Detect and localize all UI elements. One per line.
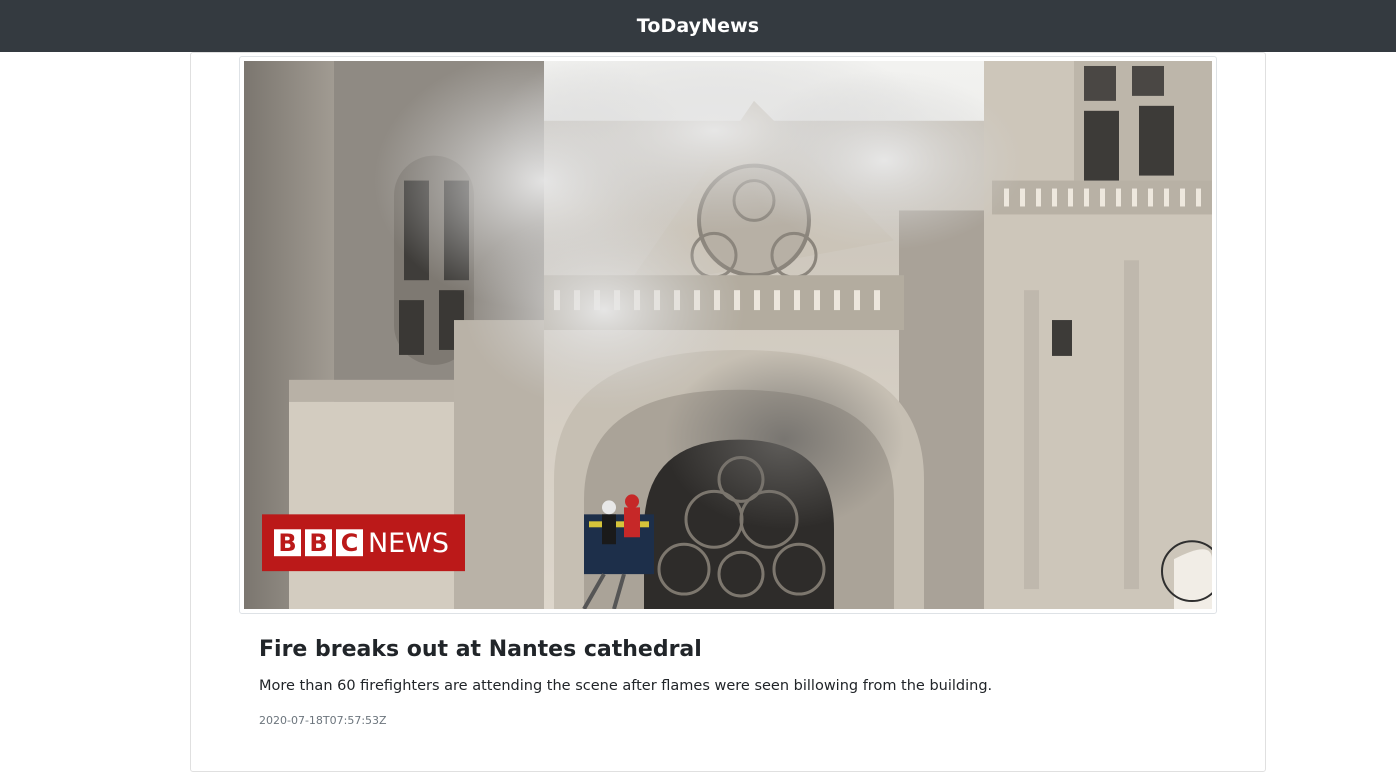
news-card[interactable]: B B C NEWS Fire breaks out at Nantes cat… [190, 52, 1266, 772]
bbc-news-logo: B B C NEWS [262, 514, 465, 572]
card-body: Fire breaks out at Nantes cathedral More… [259, 633, 1219, 727]
article-title[interactable]: Fire breaks out at Nantes cathedral [259, 633, 1219, 667]
article-thumbnail[interactable]: B B C NEWS [239, 56, 1217, 614]
article-description: More than 60 firefighters are attending … [259, 678, 993, 694]
svg-text:B: B [278, 529, 296, 557]
brand-link[interactable]: ToDayNews [637, 15, 759, 37]
navbar: ToDayNews [0, 0, 1396, 52]
cathedral-fire-photo: B B C NEWS [244, 61, 1212, 609]
svg-text:NEWS: NEWS [368, 528, 449, 559]
svg-text:B: B [309, 529, 327, 557]
article-timestamp: 2020-07-18T07:57:53Z [259, 714, 387, 727]
svg-text:C: C [341, 529, 359, 557]
